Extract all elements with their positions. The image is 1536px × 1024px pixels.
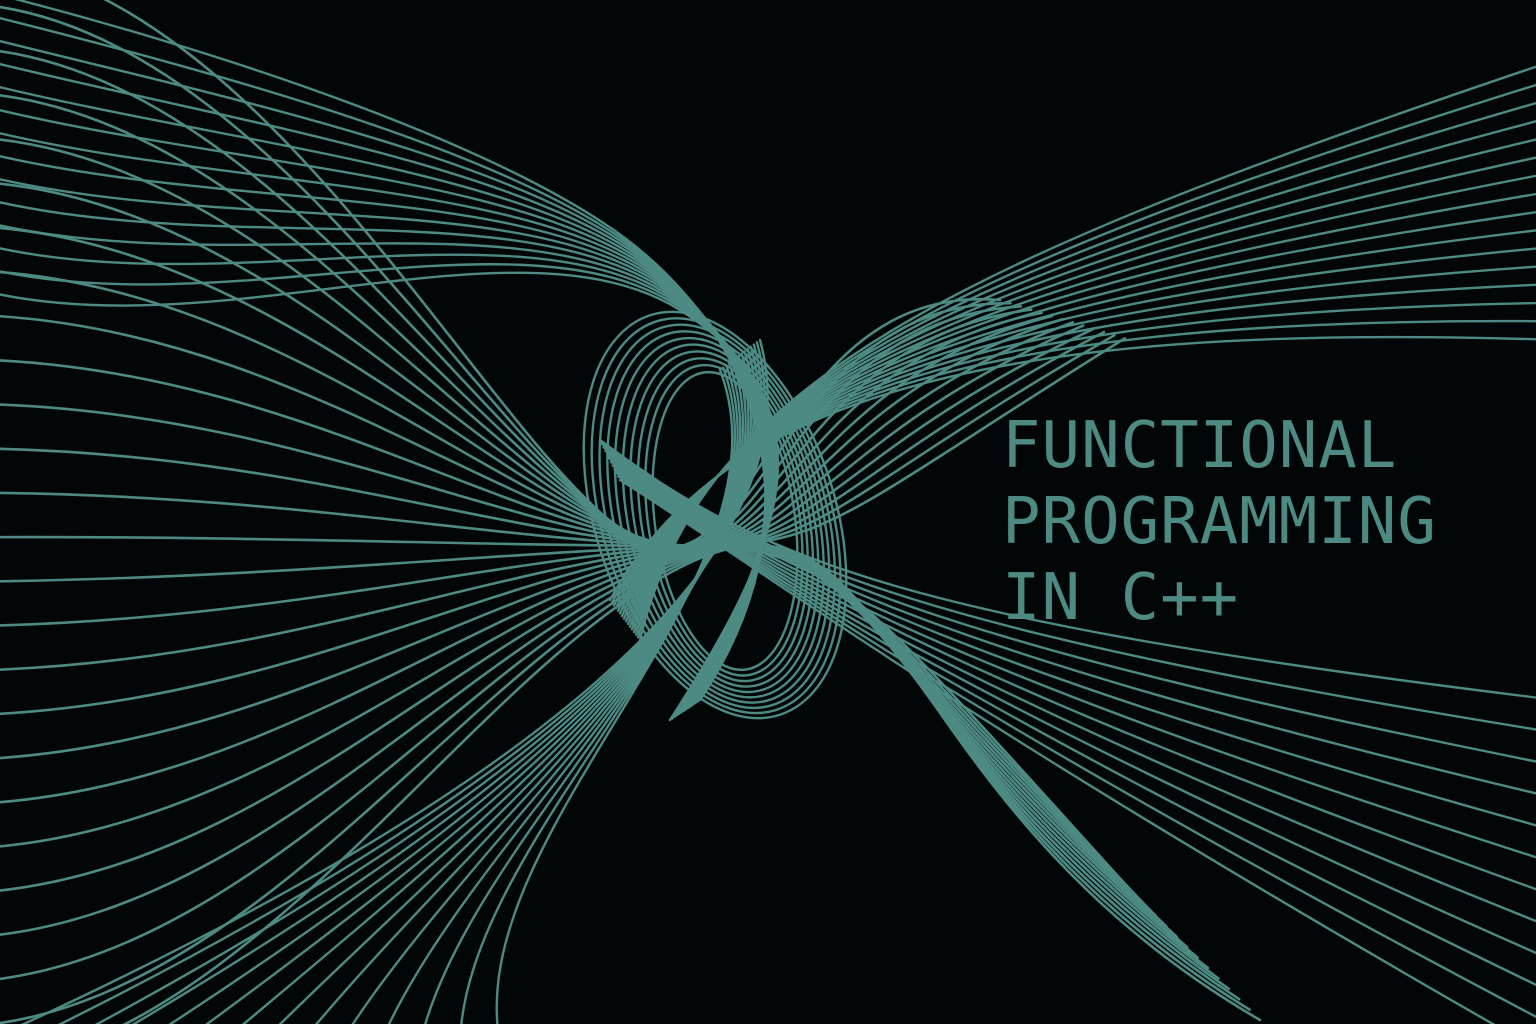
bottom-wave-line [57,341,767,1024]
left-wave-line [0,50,1023,549]
cover-title: FUNCTIONAL PROGRAMMING IN C++ [1002,408,1522,636]
title-line-3: IN C++ [1002,561,1240,635]
bottom-wave-line [20,338,769,1024]
book-cover: FUNCTIONAL PROGRAMMING IN C++ [0,0,1536,1024]
title-line-2: PROGRAMMING [1002,485,1437,559]
bottom-wave-line [278,355,750,1024]
left-wave-line [0,327,1095,548]
title-line-1: FUNCTIONAL [1002,409,1398,483]
